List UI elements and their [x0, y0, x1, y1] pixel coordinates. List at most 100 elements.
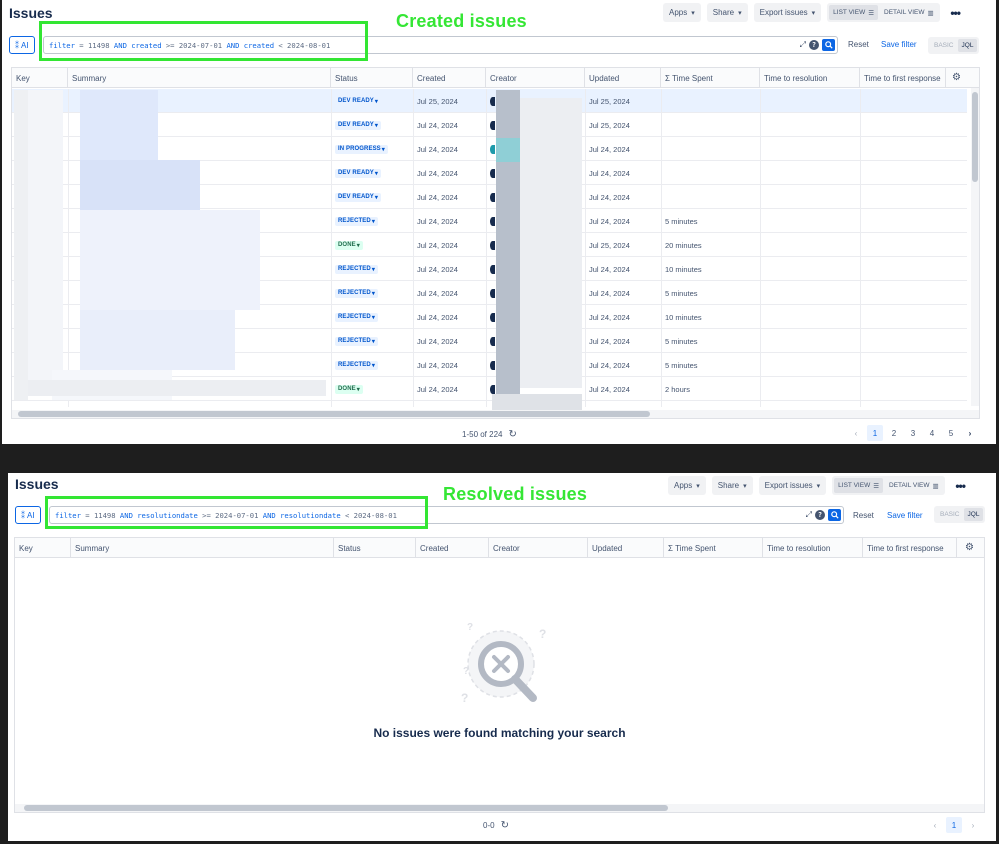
reset-link[interactable]: Reset	[848, 40, 869, 49]
column-header-status[interactable]: Status	[334, 538, 416, 558]
avatar	[490, 217, 495, 226]
column-header-status[interactable]: Status	[331, 68, 413, 88]
chevron-right-icon[interactable]: ›	[962, 425, 978, 441]
jql-mode-button[interactable]: JQL	[964, 508, 984, 521]
empty-state-message: No issues were found matching your searc…	[15, 726, 984, 740]
status-lozenge[interactable]: DEV READY▾	[335, 169, 381, 178]
status-lozenge[interactable]: DONE▾	[335, 385, 363, 394]
status-lozenge[interactable]: DONE▾	[335, 241, 363, 250]
vertical-scrollbar[interactable]	[971, 88, 979, 406]
chevron-right-icon[interactable]: ›	[965, 817, 981, 833]
more-icon[interactable]: •••	[946, 3, 965, 22]
share-button[interactable]: Share▾	[707, 3, 748, 22]
column-settings-icon[interactable]: ⚙	[952, 72, 961, 83]
save-filter-link[interactable]: Save filter	[887, 511, 923, 520]
status-lozenge[interactable]: IN PROGRESS▾	[335, 145, 388, 154]
page-button[interactable]: 4	[924, 425, 940, 441]
horizontal-scrollbar[interactable]	[12, 410, 979, 418]
column-header-creator[interactable]: Creator	[489, 538, 588, 558]
column-header-created[interactable]: Created	[416, 538, 489, 558]
jql-token: AND	[226, 41, 239, 50]
list-view-button[interactable]: LIST VIEW☰	[829, 5, 878, 20]
list-view-button[interactable]: LIST VIEW☰	[834, 478, 883, 493]
help-icon[interactable]: ?	[809, 40, 819, 50]
scrollbar-thumb[interactable]	[18, 411, 650, 417]
refresh-icon[interactable]: ↻	[501, 820, 509, 831]
search-button[interactable]	[822, 39, 835, 51]
scrollbar-thumb[interactable]	[24, 805, 668, 811]
refresh-icon[interactable]: ↻	[508, 429, 516, 440]
chevron-left-icon[interactable]: ‹	[848, 425, 864, 441]
share-button[interactable]: Share▾	[712, 476, 753, 495]
created-cell: Jul 24, 2024	[413, 233, 458, 257]
detail-view-icon: ▥	[932, 482, 938, 490]
column-header-summary[interactable]: Summary	[71, 538, 334, 558]
page-button[interactable]: 2	[886, 425, 902, 441]
column-header-time-spent[interactable]: Σ Time Spent	[664, 538, 763, 558]
page-button[interactable]: 5	[943, 425, 959, 441]
avatar	[490, 361, 495, 370]
expand-icon[interactable]: ⤢	[800, 40, 806, 50]
export-issues-button[interactable]: Export issues▾	[754, 3, 822, 22]
column-header-updated[interactable]: Updated	[588, 538, 664, 558]
save-filter-link[interactable]: Save filter	[881, 40, 917, 49]
horizontal-scrollbar[interactable]	[15, 804, 984, 812]
column-header-creator[interactable]: Creator	[486, 68, 585, 88]
status-lozenge[interactable]: DEV READY▾	[335, 97, 381, 106]
jql-token: AND	[263, 511, 276, 520]
status-lozenge[interactable]: DEV READY▾	[335, 193, 381, 202]
jql-token: >= 2024-07-01	[198, 511, 263, 520]
toolbar: Apps▾ Share▾ Export issues▾ LIST VIEW☰ D…	[663, 3, 965, 22]
column-settings-icon[interactable]: ⚙	[965, 542, 974, 553]
column-divider	[486, 89, 487, 407]
detail-view-button[interactable]: DETAIL VIEW▥	[885, 478, 943, 493]
column-header-time-to-first-response[interactable]: Time to first response	[860, 68, 946, 88]
creator-cell	[486, 209, 495, 233]
detail-view-button[interactable]: DETAIL VIEW▥	[880, 5, 938, 20]
expand-icon[interactable]: ⤢	[806, 510, 812, 520]
page-button[interactable]: 3	[905, 425, 921, 441]
page-title: Issues	[9, 5, 53, 21]
ai-button[interactable]: ⁑AI	[15, 506, 41, 524]
status-lozenge[interactable]: REJECTED▾	[335, 289, 378, 298]
apps-button[interactable]: Apps▾	[668, 476, 706, 495]
column-header-key[interactable]: Key	[12, 68, 68, 88]
chevron-left-icon[interactable]: ‹	[927, 817, 943, 833]
chevron-down-icon: ▾	[375, 194, 378, 201]
basic-mode-button[interactable]: BASIC	[936, 508, 964, 521]
column-header-time-to-resolution[interactable]: Time to resolution	[763, 538, 863, 558]
status-lozenge[interactable]: DEV READY▾	[335, 121, 381, 130]
jql-search-input[interactable]: filter = 11498 AND created >= 2024-07-01…	[43, 36, 838, 54]
column-header-created[interactable]: Created	[413, 68, 486, 88]
help-icon[interactable]: ?	[815, 510, 825, 520]
basic-mode-button[interactable]: BASIC	[930, 39, 958, 52]
column-header-key[interactable]: Key	[15, 538, 71, 558]
chevron-down-icon: ▾	[696, 482, 700, 490]
column-header-time-spent[interactable]: Σ Time Spent	[661, 68, 760, 88]
status-lozenge[interactable]: REJECTED▾	[335, 313, 378, 322]
jql-search-input[interactable]: filter = 11498 AND resolutiondate >= 202…	[49, 506, 844, 524]
apps-button[interactable]: Apps▾	[663, 3, 701, 22]
status-lozenge[interactable]: REJECTED▾	[335, 337, 378, 346]
results-range: 1-50 of 224	[462, 430, 502, 439]
reset-link[interactable]: Reset	[853, 511, 874, 520]
ai-label: AI	[27, 511, 35, 520]
ai-button[interactable]: ⁑AI	[9, 36, 35, 54]
column-header-summary[interactable]: Summary	[68, 68, 331, 88]
search-button[interactable]	[828, 509, 841, 521]
more-icon[interactable]: •••	[951, 476, 970, 495]
status-lozenge[interactable]: REJECTED▾	[335, 361, 378, 370]
export-issues-button[interactable]: Export issues▾	[759, 476, 827, 495]
scrollbar-thumb[interactable]	[972, 92, 978, 182]
status-lozenge[interactable]: REJECTED▾	[335, 265, 378, 274]
page-button[interactable]: 1	[946, 817, 962, 833]
column-header-updated[interactable]: Updated	[585, 68, 661, 88]
page-button[interactable]: 1	[867, 425, 883, 441]
input-icons: ⤢ ?	[800, 39, 835, 51]
column-header-time-to-first-response[interactable]: Time to first response	[863, 538, 957, 558]
jql-mode-button[interactable]: JQL	[958, 39, 978, 52]
time-spent-cell: 2 hours	[661, 377, 690, 401]
table-header: Key Summary Status Created Creator Updat…	[15, 538, 984, 558]
column-header-time-to-resolution[interactable]: Time to resolution	[760, 68, 860, 88]
status-lozenge[interactable]: REJECTED▾	[335, 217, 378, 226]
